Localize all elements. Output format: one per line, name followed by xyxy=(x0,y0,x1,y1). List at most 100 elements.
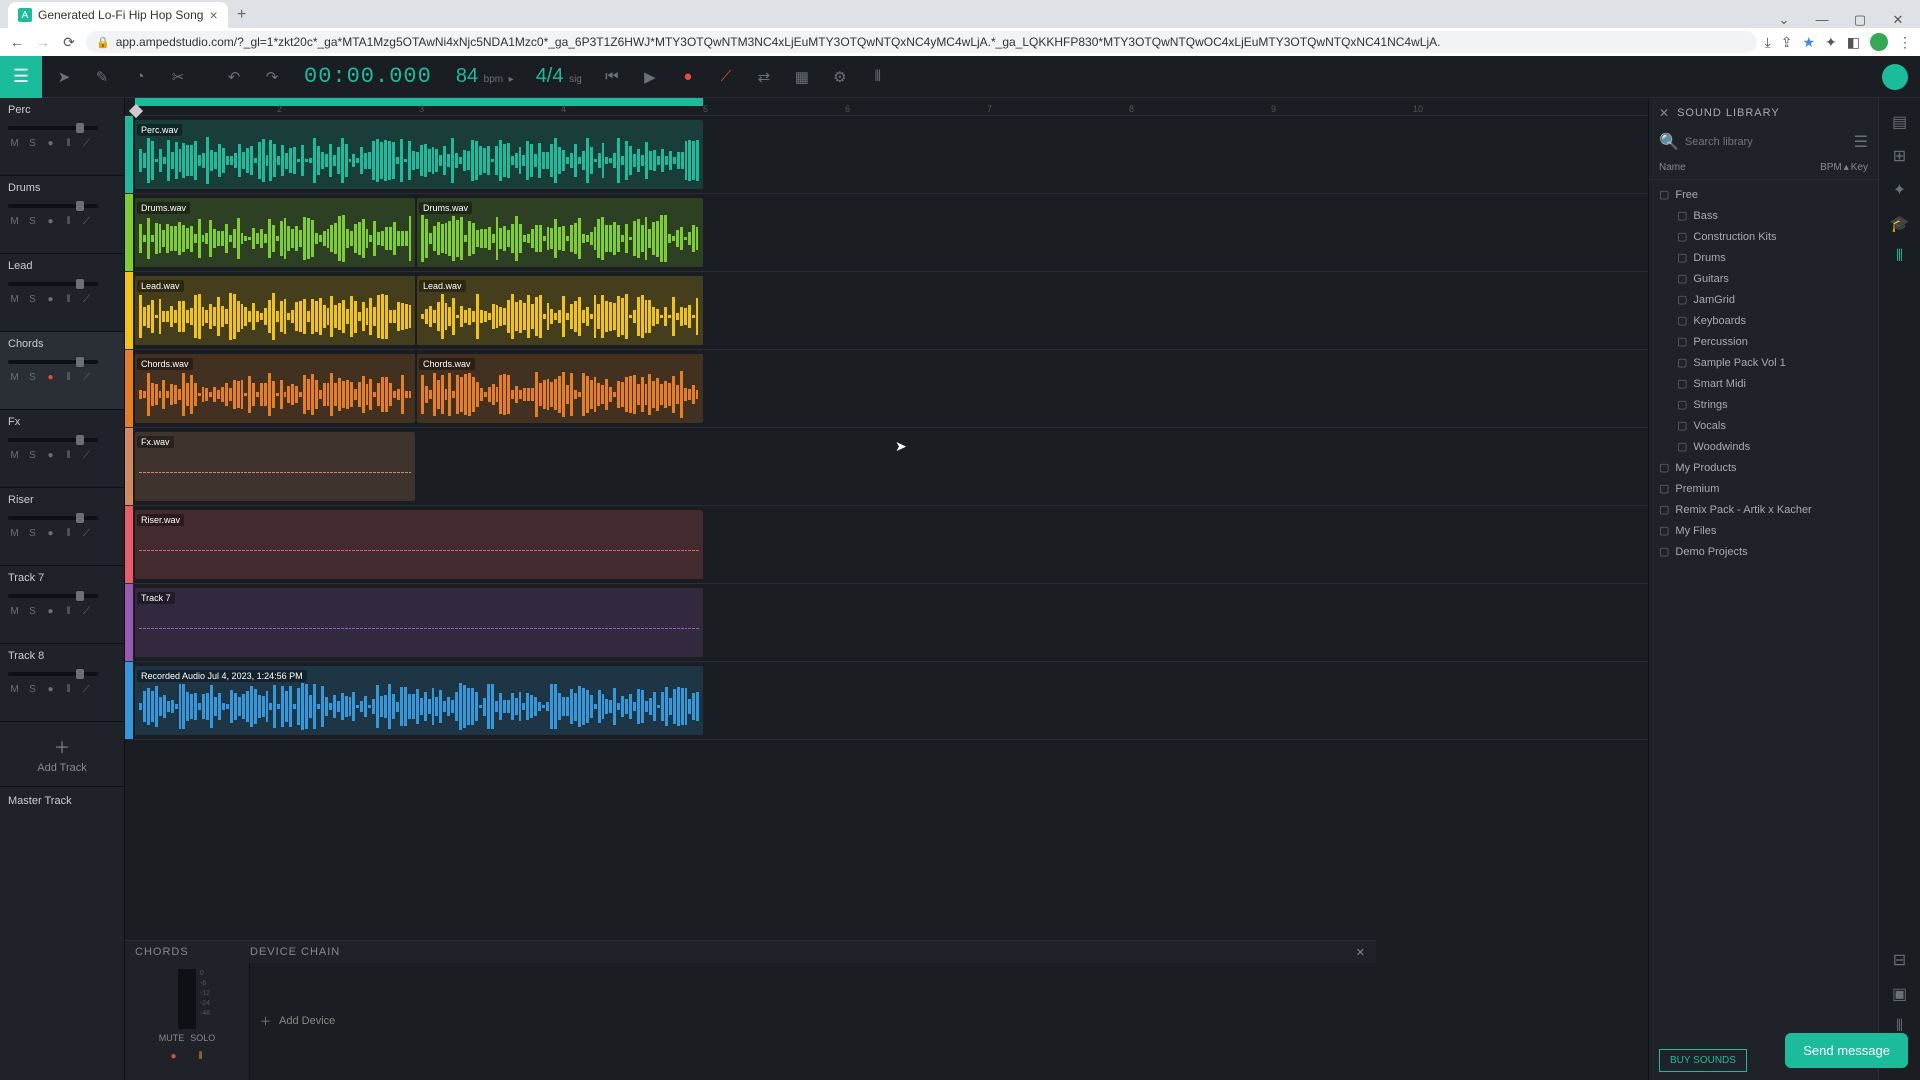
track-header[interactable]: Perc M S ● ⦀ ⟋ xyxy=(0,98,124,176)
rail-grid-icon[interactable]: ⊞ xyxy=(1893,146,1906,166)
audio-clip[interactable]: Lead.wav xyxy=(417,276,703,345)
audio-clip[interactable]: Track 7 xyxy=(135,588,703,657)
mute-button[interactable]: M xyxy=(8,216,21,227)
automation-icon[interactable]: ⟋ xyxy=(80,138,93,149)
volume-slider[interactable] xyxy=(8,360,98,364)
audio-clip[interactable]: Riser.wav xyxy=(135,510,703,579)
pencil-tool-icon[interactable]: ✎ xyxy=(86,61,118,93)
library-folder[interactable]: ▢Premium xyxy=(1649,478,1878,499)
volume-slider[interactable] xyxy=(8,126,98,130)
automation-icon[interactable]: ⟋ xyxy=(80,606,93,617)
close-window-icon[interactable]: ✕ xyxy=(1884,12,1912,28)
time-display[interactable]: 00:00.000 xyxy=(304,64,432,89)
audio-clip[interactable]: Lead.wav xyxy=(135,276,415,345)
hamburger-menu-button[interactable]: ☰ xyxy=(0,56,42,98)
automation-icon[interactable]: ⟋ xyxy=(80,450,93,461)
profile-avatar[interactable] xyxy=(1870,33,1888,51)
bpm-display[interactable]: 84 bpm ▸ xyxy=(456,65,514,88)
mixer-icon[interactable]: ⦀ xyxy=(62,216,75,227)
volume-slider[interactable] xyxy=(8,516,98,520)
share-icon[interactable]: ⇪ xyxy=(1781,34,1793,51)
automation-icon[interactable]: ⟋ xyxy=(80,294,93,305)
solo-button[interactable]: SOLO xyxy=(190,1033,215,1043)
audio-clip[interactable]: Recorded Audio Jul 4, 2023, 1:24:56 PM xyxy=(135,666,703,735)
solo-button[interactable]: S xyxy=(26,216,39,227)
browser-tab[interactable]: A Generated Lo-Fi Hip Hop Song × xyxy=(8,2,228,28)
library-folder[interactable]: ▢My Files xyxy=(1649,520,1878,541)
record-icon[interactable]: ● xyxy=(672,61,704,93)
chevron-down-icon[interactable]: ⌄ xyxy=(1770,12,1798,28)
filter-icon[interactable]: ☰ xyxy=(1854,132,1868,152)
audio-clip[interactable]: Drums.wav xyxy=(135,198,415,267)
sidepanel-icon[interactable]: ◧ xyxy=(1847,34,1860,51)
library-folder[interactable]: ▢JamGrid xyxy=(1649,289,1878,310)
audio-clip[interactable]: Chords.wav xyxy=(135,354,415,423)
track-header[interactable]: Riser M S ● ⦀ ⟋ xyxy=(0,488,124,566)
library-folder[interactable]: ▢Keyboards xyxy=(1649,310,1878,331)
mute-button[interactable]: M xyxy=(8,684,21,695)
rail-sounds-icon[interactable]: ⦀ xyxy=(1896,248,1903,266)
track-header[interactable]: Chords M S ● ⦀ ⟋ xyxy=(0,332,124,410)
volume-slider[interactable] xyxy=(8,282,98,286)
minimize-icon[interactable]: — xyxy=(1808,12,1836,28)
menu-icon[interactable]: ⋮ xyxy=(1898,34,1912,51)
library-folder[interactable]: ▢Strings xyxy=(1649,394,1878,415)
search-input[interactable] xyxy=(1685,136,1848,148)
column-name[interactable]: Name xyxy=(1659,162,1820,173)
record-arm-icon[interactable]: ● xyxy=(44,528,57,539)
track-header[interactable]: Track 8 M S ● ⦀ ⟋ xyxy=(0,644,124,722)
clip-lane[interactable]: Perc.wav xyxy=(125,116,1648,194)
library-folder[interactable]: ▢Remix Pack - Artik x Kacher xyxy=(1649,499,1878,520)
redo-icon[interactable]: ↷ xyxy=(256,61,288,93)
rail-panel-icon[interactable]: ▣ xyxy=(1892,984,1907,1004)
library-folder[interactable]: ▢Sample Pack Vol 1 xyxy=(1649,352,1878,373)
mixer-icon[interactable]: ⦀ xyxy=(62,528,75,539)
mixer-icon[interactable]: ⦀ xyxy=(62,450,75,461)
mute-button[interactable]: M xyxy=(8,450,21,461)
library-folder[interactable]: ▢Smart Midi xyxy=(1649,373,1878,394)
clip-lane[interactable]: Track 7 xyxy=(125,584,1648,662)
record-arm-icon[interactable]: ● xyxy=(44,372,57,383)
clip-lane[interactable]: Chords.wavChords.wav xyxy=(125,350,1648,428)
library-folder[interactable]: ▢Demo Projects xyxy=(1649,541,1878,562)
clip-lane[interactable]: Fx.wav xyxy=(125,428,1648,506)
audio-clip[interactable]: Perc.wav xyxy=(135,120,703,189)
solo-button[interactable]: S xyxy=(26,528,39,539)
close-device-chain-icon[interactable]: ✕ xyxy=(1356,946,1366,959)
solo-button[interactable]: S xyxy=(26,684,39,695)
address-bar[interactable]: 🔒 app.ampedstudio.com/?_gl=1*zkt20c*_ga*… xyxy=(86,31,1757,53)
add-track-button[interactable]: ＋Add Track xyxy=(0,722,124,786)
send-message-button[interactable]: Send message xyxy=(1785,1033,1908,1068)
pointer-tool-icon[interactable]: ➤ xyxy=(48,61,80,93)
record-arm-icon[interactable]: ● xyxy=(44,138,57,149)
install-icon[interactable]: ⤓ xyxy=(1765,34,1771,51)
library-folder[interactable]: ▢Bass xyxy=(1649,205,1878,226)
mute-button[interactable]: M xyxy=(8,138,21,149)
cut-tool-icon[interactable]: ✂ xyxy=(162,61,194,93)
play-icon[interactable]: ▶ xyxy=(634,61,666,93)
clip-lane[interactable]: Lead.wavLead.wav xyxy=(125,272,1648,350)
mute-button[interactable]: M xyxy=(8,372,21,383)
mute-button[interactable]: M xyxy=(8,294,21,305)
rail-library-icon[interactable]: ▤ xyxy=(1892,112,1907,132)
tab-close-icon[interactable]: × xyxy=(209,7,217,23)
mixer-icon[interactable]: ⦀ xyxy=(62,138,75,149)
clip-lane[interactable]: Riser.wav xyxy=(125,506,1648,584)
library-folder[interactable]: ▢Woodwinds xyxy=(1649,436,1878,457)
record-arm-icon[interactable]: ● xyxy=(44,216,57,227)
metronome-icon[interactable]: ◔ xyxy=(124,61,156,93)
rail-settings-icon[interactable]: ⊟ xyxy=(1893,950,1906,970)
library-folder[interactable]: ▢Free xyxy=(1649,184,1878,205)
audio-clip[interactable]: Fx.wav xyxy=(135,432,415,501)
mute-button[interactable]: MUTE xyxy=(159,1033,185,1043)
volume-slider[interactable] xyxy=(8,204,98,208)
automation-icon[interactable]: ⟋ xyxy=(80,528,93,539)
new-tab-button[interactable]: + xyxy=(228,2,256,28)
volume-slider[interactable] xyxy=(8,594,98,598)
midi-icon[interactable]: ⚙ xyxy=(824,61,856,93)
volume-slider[interactable] xyxy=(8,438,98,442)
automation-icon[interactable]: ⟋ xyxy=(80,372,93,383)
mixer-icon[interactable]: ⦀ xyxy=(62,294,75,305)
audio-clip[interactable]: Chords.wav xyxy=(417,354,703,423)
audio-clip[interactable]: Drums.wav xyxy=(417,198,703,267)
